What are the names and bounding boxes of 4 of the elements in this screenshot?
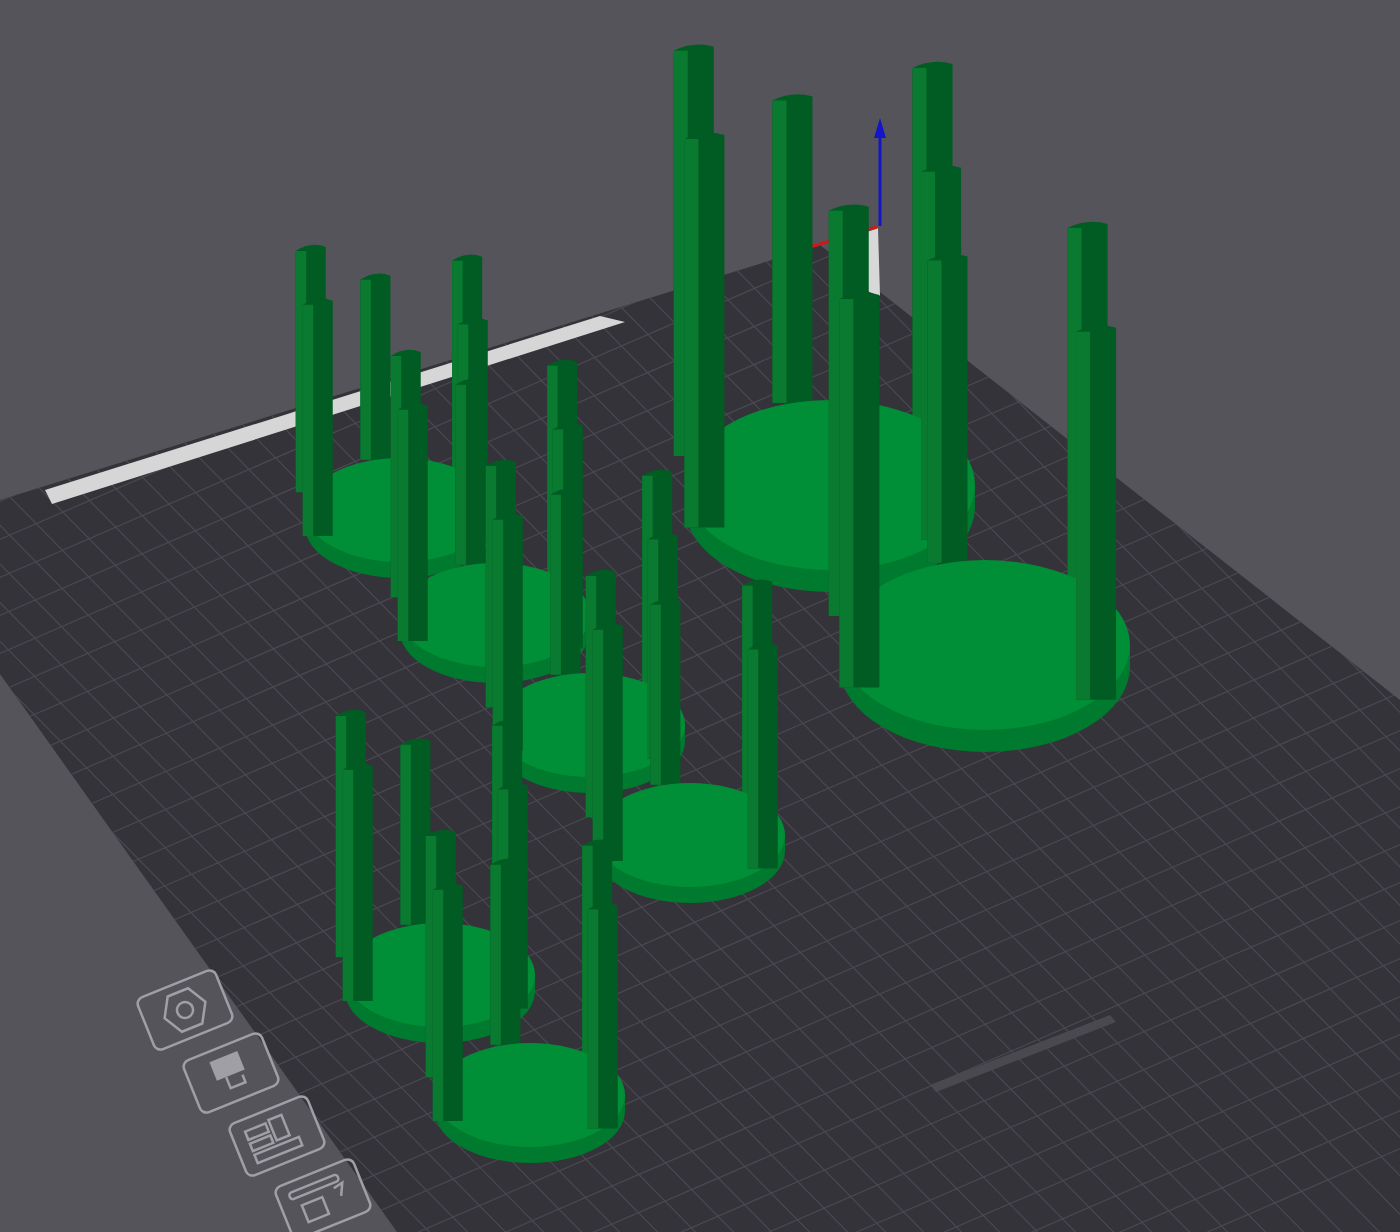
filament-icon[interactable] (180, 1030, 282, 1116)
layout-icon[interactable] (226, 1093, 328, 1179)
auto-arrange-icon[interactable] (272, 1156, 374, 1232)
nut-icon[interactable] (134, 967, 236, 1053)
